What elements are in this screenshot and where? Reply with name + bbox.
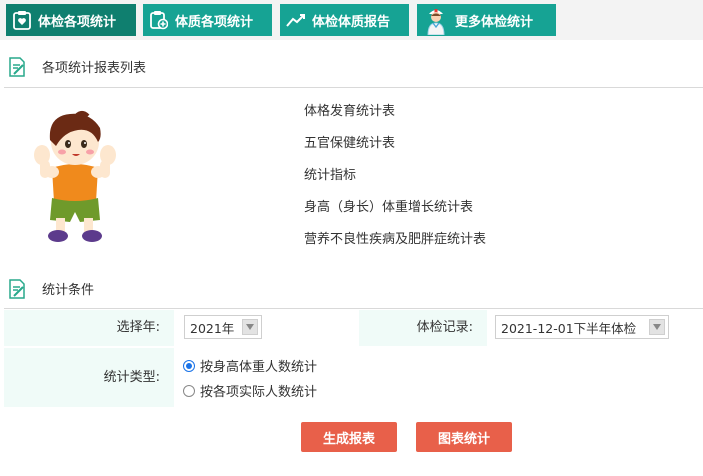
- record-select[interactable]: 2021-12-01下半年体检: [495, 315, 669, 339]
- type-option-label: 按身高体重人数统计: [200, 360, 318, 375]
- divider: [4, 87, 703, 88]
- year-select[interactable]: 2021年: [184, 315, 262, 339]
- type-option-actual-count[interactable]: 按各项实际人数统计: [183, 381, 317, 400]
- radio-button-selected[interactable]: [183, 359, 195, 372]
- chevron-down-icon[interactable]: [242, 319, 258, 335]
- tab-exam-stats[interactable]: 体检各项统计: [6, 4, 136, 36]
- report-link-height-weight[interactable]: 身高（身长）体重增长统计表: [304, 196, 473, 215]
- report-link-indicators[interactable]: 统计指标: [304, 164, 356, 183]
- chart-stats-button[interactable]: 图表统计: [416, 422, 512, 452]
- cartoon-boy-illustration: [30, 110, 120, 245]
- tab-label: 更多体检统计: [455, 14, 534, 30]
- nurse-icon: [423, 9, 449, 35]
- chevron-down-icon[interactable]: [649, 319, 665, 335]
- divider: [4, 308, 703, 309]
- section-title: 统计条件: [42, 282, 95, 298]
- tab-label: 体检体质报告: [312, 14, 391, 30]
- generate-report-button[interactable]: 生成报表: [301, 422, 397, 452]
- record-select-value: 2021-12-01下半年体检: [501, 320, 637, 336]
- tab-label: 体检各项统计: [38, 14, 117, 30]
- top-tab-bar: 体检各项统计 体质各项统计 体检体质报告 更多体检统计: [0, 0, 703, 40]
- tab-constitution-stats[interactable]: 体质各项统计: [143, 4, 272, 36]
- report-section-header: 各项统计报表列表: [0, 48, 703, 84]
- edit-document-icon: [8, 279, 26, 303]
- type-option-label: 按各项实际人数统计: [200, 385, 318, 400]
- clipboard-plus-icon: [149, 10, 169, 30]
- year-select-value: 2021年: [190, 320, 235, 336]
- report-link-malnutrition-obesity[interactable]: 营养不良性疾病及肥胖症统计表: [304, 228, 486, 247]
- type-label: 统计类型:: [4, 348, 174, 407]
- record-label: 体检记录:: [359, 310, 487, 346]
- year-label: 选择年:: [4, 310, 174, 346]
- report-link-five-senses[interactable]: 五官保健统计表: [304, 132, 395, 151]
- radio-button[interactable]: [183, 384, 195, 397]
- tab-label: 体质各项统计: [175, 14, 254, 30]
- type-option-height-weight[interactable]: 按身高体重人数统计: [183, 356, 317, 375]
- report-link-growth[interactable]: 体格发育统计表: [304, 100, 395, 119]
- edit-document-icon: [8, 57, 26, 81]
- tab-exam-report[interactable]: 体检体质报告: [280, 4, 409, 36]
- section-title: 各项统计报表列表: [42, 60, 147, 76]
- trend-line-icon: [286, 10, 306, 30]
- clipboard-heart-icon: [12, 10, 32, 30]
- tab-more-stats[interactable]: 更多体检统计: [417, 4, 556, 36]
- condition-section-header: 统计条件: [0, 270, 703, 306]
